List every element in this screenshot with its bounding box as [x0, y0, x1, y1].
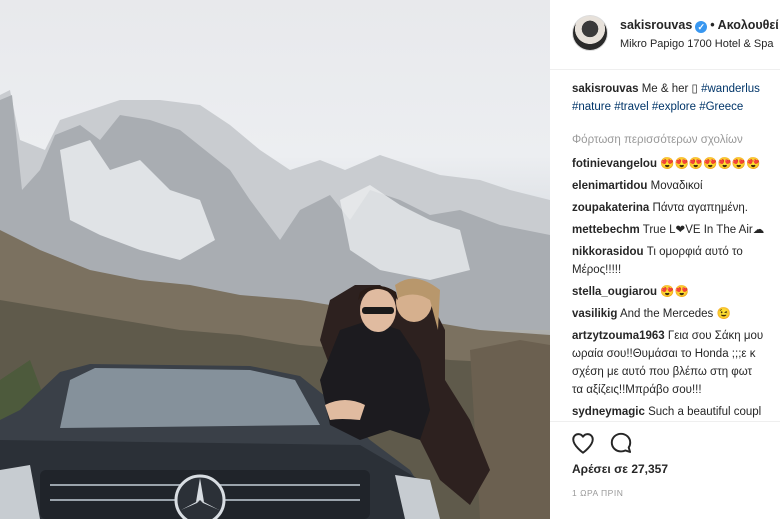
comment-text: And the Mercedes 😉 [619, 308, 731, 320]
comment-username[interactable]: fotinievangelou [572, 158, 657, 170]
post-timestamp[interactable]: 1 ΩΡΑ ΠΡΙΝ [572, 488, 623, 498]
avatar[interactable] [572, 15, 608, 51]
comment-username[interactable]: stella_ougiarou [572, 286, 657, 298]
location-link[interactable]: Mikro Papigo 1700 Hotel & Spa [620, 38, 773, 50]
header-user-line: sakisrouvas ✓ • Ακολουθεί [620, 18, 779, 33]
photo-scene [0, 90, 550, 519]
comment: artzytzouma1963 Γεια σου Σάκη μου ωραία … [572, 327, 780, 399]
comment: mettebechm True L❤VE In The Air☁ [572, 221, 780, 239]
comment: zoupakaterina Πάντα αγαπημένη. [572, 199, 780, 217]
comment-text-continued: ωραία σου!!Θυμάσαι το Honda ;;;ε κ [572, 348, 756, 360]
follow-button[interactable]: Ακολουθεί [718, 18, 779, 32]
comment-text: Πάντα αγαπημένη. [652, 202, 748, 214]
comment-username[interactable]: nikkorasidou [572, 246, 644, 258]
post-details-panel: sakisrouvas ✓ • Ακολουθεί Mikro Papigo 1700… [550, 0, 780, 519]
caption: sakisrouvas Me & her ▯ #wanderlus [572, 80, 780, 98]
comment: vasilikig And the Mercedes 😉 [572, 305, 780, 323]
comment-icon[interactable] [608, 430, 636, 458]
caption-hashtag[interactable]: #wanderlus [701, 83, 760, 95]
comment: fotinievangelou 😍😍😍😍😍😍😍 [572, 155, 780, 173]
comment-text: 😍😍😍😍😍😍😍 [660, 158, 761, 170]
comment-username[interactable]: mettebechm [572, 224, 640, 236]
post-photo [0, 0, 550, 519]
comment-username[interactable]: artzytzouma1963 [572, 330, 665, 342]
heart-icon[interactable] [570, 430, 598, 458]
comment-username[interactable]: zoupakaterina [572, 202, 649, 214]
comment-text-continued: σχέση με αυτό που βλέπω στη φωτ [572, 366, 753, 378]
post-actions: Αρέσει σε 27,357 1 ΩΡΑ ΠΡΙΝ [550, 421, 780, 519]
comment-username[interactable]: vasilikig [572, 308, 617, 320]
header-username[interactable]: sakisrouvas [620, 18, 692, 32]
comment-username[interactable]: elenimartidou [572, 180, 647, 192]
comment-text: True L❤VE In The Air☁ [642, 224, 765, 236]
comments-list: sakisrouvas Me & her ▯ #wanderlus #natur… [572, 80, 780, 447]
verified-badge-icon: ✓ [695, 21, 708, 33]
car-windshield [60, 368, 320, 428]
comment-text: 😍😍 [660, 286, 689, 298]
likes-count[interactable]: Αρέσει σε 27,357 [572, 462, 668, 476]
comment: nikkorasidou Τι ομορφιά αυτό το Μέρος!!!… [572, 243, 780, 279]
comment-text-continued: Μέρος!!!!! [572, 264, 622, 276]
caption-text: Me & her ▯ [641, 83, 698, 95]
caption-hashtags[interactable]: #nature #travel #explore #Greece [572, 98, 780, 116]
comment-text-continued: τα αξίζεις!!Μπράβο σου!!! [572, 384, 702, 396]
comment-text: Such a beautiful coupl [648, 406, 762, 418]
comment-text: Γεια σου Σάκη μου [667, 330, 764, 342]
comment: stella_ougiarou 😍😍 [572, 283, 780, 301]
comment-text: Μοναδικοί [650, 180, 703, 192]
comment: elenimartidou Μοναδικοί [572, 177, 780, 195]
comment-text: Τι ομορφιά αυτό το [646, 246, 743, 258]
comment-username[interactable]: sydneymagic [572, 406, 645, 418]
caption-username[interactable]: sakisrouvas [572, 83, 639, 95]
load-more-comments-button[interactable]: Φόρτωση περισσότερων σχολίων [572, 131, 780, 149]
post-header: sakisrouvas ✓ • Ακολουθεί Mikro Papigo 1700… [550, 0, 780, 70]
separator-dot: • [710, 18, 715, 32]
comment: sydneymagic Such a beautiful coupl [572, 403, 780, 421]
